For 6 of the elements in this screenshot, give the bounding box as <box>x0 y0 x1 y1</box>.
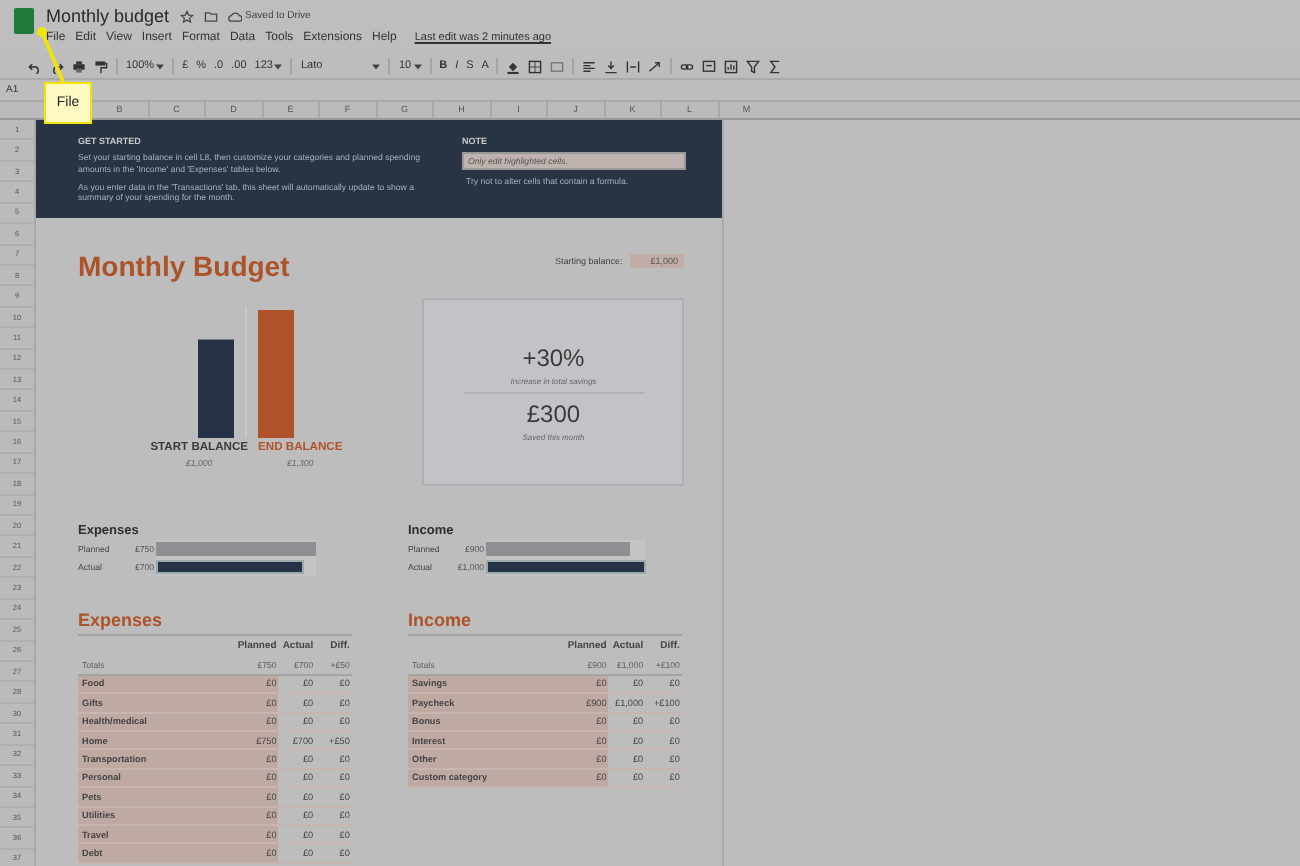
stat-value: +30% <box>522 343 585 371</box>
stat-value: £300 <box>526 399 581 427</box>
table-title: Income <box>408 610 682 636</box>
document-title[interactable]: Monthly budget <box>46 6 170 26</box>
table-title: Expenses <box>78 610 352 636</box>
sheet-title: Monthly Budget <box>78 250 290 282</box>
